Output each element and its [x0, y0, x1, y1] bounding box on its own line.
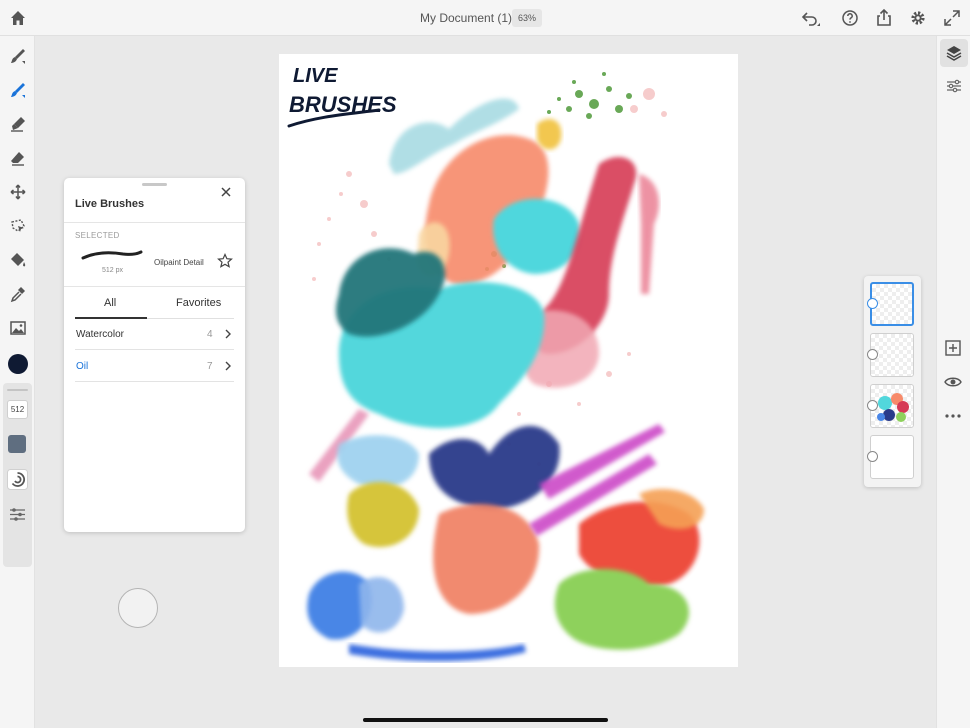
brush-settings-icon[interactable] [7, 469, 28, 490]
chevron-right-icon [225, 361, 231, 371]
selected-brush-name[interactable]: Oilpaint Detail [154, 258, 204, 267]
fullscreen-icon[interactable] [942, 8, 962, 28]
category-row-watercolor[interactable]: Watercolor 4 [75, 319, 234, 350]
eyedropper-tool[interactable] [7, 283, 29, 305]
handwriting-live: LIVE [293, 65, 338, 87]
live-brush-tool[interactable] [7, 79, 29, 101]
category-row-oil[interactable]: Oil 7 [75, 351, 234, 382]
layer-type-icon [867, 349, 878, 360]
salmon-blob [433, 504, 540, 614]
add-layer-icon[interactable] [943, 338, 963, 358]
eraser-icon [11, 152, 24, 166]
transform-tool[interactable] [7, 181, 29, 203]
eyedropper-icon [10, 287, 25, 303]
vector-brush-tool[interactable] [7, 113, 29, 135]
yellow-accent [537, 119, 562, 150]
top-bar: My Document (1) 63% [0, 0, 970, 36]
undo-icon[interactable] [800, 8, 820, 28]
category-count: 7 [207, 361, 213, 372]
home-indicator [363, 718, 608, 722]
layer-type-icon [867, 400, 878, 411]
pixel-brush-tool[interactable] [7, 45, 29, 67]
document-title[interactable]: My Document (1) [420, 11, 512, 25]
category-label: Watercolor [76, 329, 124, 340]
layer-type-icon [867, 298, 878, 309]
brush-opacity-control[interactable] [8, 435, 26, 453]
category-count: 4 [207, 329, 213, 340]
pink-drips [639, 174, 659, 294]
zoom-level[interactable]: 63% [512, 9, 543, 27]
panel-drag-handle[interactable] [142, 183, 167, 186]
pixel-brush-icon [11, 49, 25, 64]
live-brush-icon [11, 83, 25, 98]
move-icon [10, 184, 26, 200]
chevron-right-icon [225, 329, 231, 339]
modifier-grip [7, 389, 28, 391]
fill-tool[interactable] [7, 249, 29, 271]
document-canvas[interactable]: LIVE BRUSHES [279, 54, 738, 667]
image-icon [10, 321, 26, 335]
panel-divider [64, 286, 245, 287]
tab-favorites[interactable]: Favorites [176, 297, 221, 309]
panel-title: Live Brushes [75, 198, 145, 210]
brush-stroke-preview [81, 250, 143, 260]
layer-properties-icon[interactable] [944, 76, 964, 96]
eraser-tool[interactable] [7, 147, 29, 169]
lasso-icon [11, 219, 25, 232]
brush-modifiers: 512 [3, 383, 32, 567]
visibility-eye-icon[interactable] [943, 372, 963, 392]
selected-label: SELECTED [75, 231, 120, 240]
tab-all[interactable]: All [104, 297, 116, 309]
gear-icon[interactable] [908, 8, 928, 28]
share-icon[interactable] [874, 8, 894, 28]
modifier-sliders-icon[interactable] [7, 504, 28, 525]
panel-divider [64, 222, 245, 223]
close-icon[interactable] [219, 185, 233, 199]
selection-tool[interactable] [7, 215, 29, 237]
current-color-swatch[interactable] [8, 354, 28, 374]
layers-panel [864, 276, 921, 487]
layers-toggle[interactable] [940, 39, 968, 67]
blue-underline [349, 644, 526, 662]
brush-size-control[interactable]: 512 [7, 400, 28, 419]
paint-bucket-icon [11, 253, 26, 267]
left-toolbar: 512 [0, 36, 35, 728]
home-icon[interactable] [8, 8, 28, 28]
navy-scribble [429, 425, 560, 509]
help-icon[interactable] [840, 8, 860, 28]
vector-brush-icon [11, 117, 25, 132]
image-tool[interactable] [7, 317, 29, 339]
yellow-blob [347, 482, 419, 548]
live-brushes-panel: Live Brushes SELECTED 512 px Oilpaint De… [64, 178, 245, 532]
light-blue-bottom [359, 577, 404, 633]
star-icon[interactable] [217, 253, 233, 269]
category-label: Oil [76, 361, 89, 372]
blue-wash [337, 435, 419, 488]
layer-type-icon [867, 451, 878, 462]
layers-icon [946, 46, 962, 61]
artwork: LIVE BRUSHES [287, 65, 704, 662]
selected-brush-size: 512 px [102, 267, 124, 274]
touch-shortcut[interactable] [118, 588, 158, 628]
more-options-icon[interactable] [943, 406, 963, 426]
